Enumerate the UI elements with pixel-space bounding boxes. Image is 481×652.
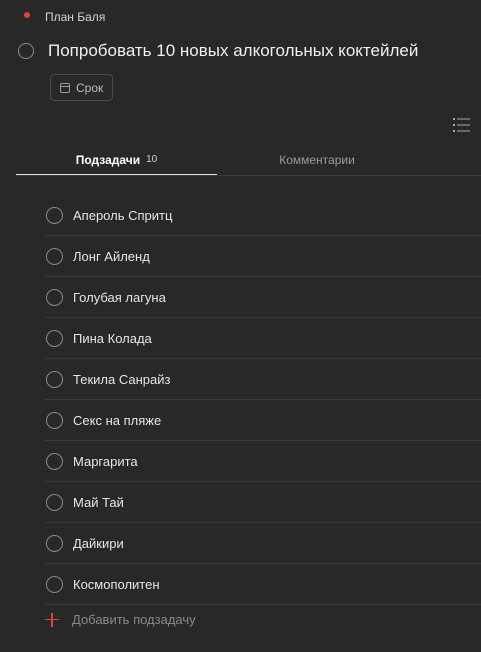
subtask-item[interactable]: Маргарита	[45, 441, 481, 482]
subtask-item[interactable]: Секс на пляже	[45, 400, 481, 441]
subtask-label: Май Тай	[73, 494, 124, 510]
task-complete-checkbox[interactable]	[18, 43, 34, 59]
subtask-item[interactable]: Апероль Спритц	[45, 195, 481, 236]
subtask-item[interactable]: Пина Колада	[45, 318, 481, 359]
project-link[interactable]: План Баля	[24, 10, 105, 24]
tab-comments-label: Комментарии	[279, 153, 355, 167]
subtask-item[interactable]: Космополитен	[45, 564, 481, 605]
subtask-checkbox[interactable]	[46, 493, 63, 511]
subtask-checkbox[interactable]	[46, 206, 63, 224]
subtask-list: Апероль Спритц Лонг Айленд Голубая лагун…	[45, 195, 481, 605]
subtask-checkbox[interactable]	[46, 452, 63, 470]
subtask-item[interactable]: Голубая лагуна	[45, 277, 481, 318]
subtask-checkbox[interactable]	[46, 329, 63, 347]
project-name: План Баля	[45, 10, 106, 24]
tab-subtasks[interactable]: Подзадачи 10	[16, 150, 217, 175]
subtask-checkbox[interactable]	[46, 247, 63, 265]
task-detail-panel: План Баля Попробовать 10 новых алкогольн…	[0, 0, 481, 652]
list-icon[interactable]	[453, 117, 470, 133]
tab-comments[interactable]: Комментарии	[217, 150, 417, 175]
subtask-checkbox[interactable]	[46, 534, 63, 552]
tabs-bar: Подзадачи 10 Комментарии	[16, 150, 481, 176]
subtask-item[interactable]: Дайкири	[45, 523, 481, 564]
subtask-checkbox[interactable]	[46, 370, 63, 388]
tab-subtasks-label: Подзадачи	[75, 153, 141, 167]
subtasks-count: 10	[146, 154, 158, 165]
subtask-checkbox[interactable]	[46, 288, 63, 306]
calendar-icon	[60, 82, 70, 93]
subtask-checkbox[interactable]	[46, 575, 63, 593]
subtask-label: Маргарита	[73, 453, 138, 469]
task-title-row: Попробовать 10 новых алкогольных коктейл…	[18, 41, 418, 61]
subtask-item[interactable]: Май Тай	[45, 482, 481, 523]
due-date-button[interactable]: Срок	[50, 74, 114, 101]
project-color-dot-icon	[24, 11, 30, 18]
subtask-label: Апероль Спритц	[73, 207, 173, 223]
subtask-label: Космополитен	[73, 576, 160, 592]
subtask-label: Голубая лагуна	[73, 289, 166, 305]
subtask-item[interactable]: Текила Санрайз	[45, 359, 481, 400]
subtask-label: Пина Колада	[73, 330, 152, 346]
subtask-label: Текила Санрайз	[73, 371, 171, 387]
subtask-label: Лонг Айленд	[73, 248, 150, 264]
subtask-label: Секс на пляже	[73, 412, 162, 428]
plus-icon	[45, 612, 59, 627]
subtask-item[interactable]: Лонг Айленд	[45, 236, 481, 277]
subtask-label: Дайкири	[73, 535, 124, 551]
subtask-checkbox[interactable]	[46, 411, 63, 429]
add-subtask-button[interactable]: Добавить подзадачу	[45, 612, 196, 627]
due-date-label: Срок	[76, 80, 104, 95]
task-title[interactable]: Попробовать 10 новых алкогольных коктейл…	[48, 41, 418, 61]
add-subtask-label: Добавить подзадачу	[72, 612, 196, 627]
